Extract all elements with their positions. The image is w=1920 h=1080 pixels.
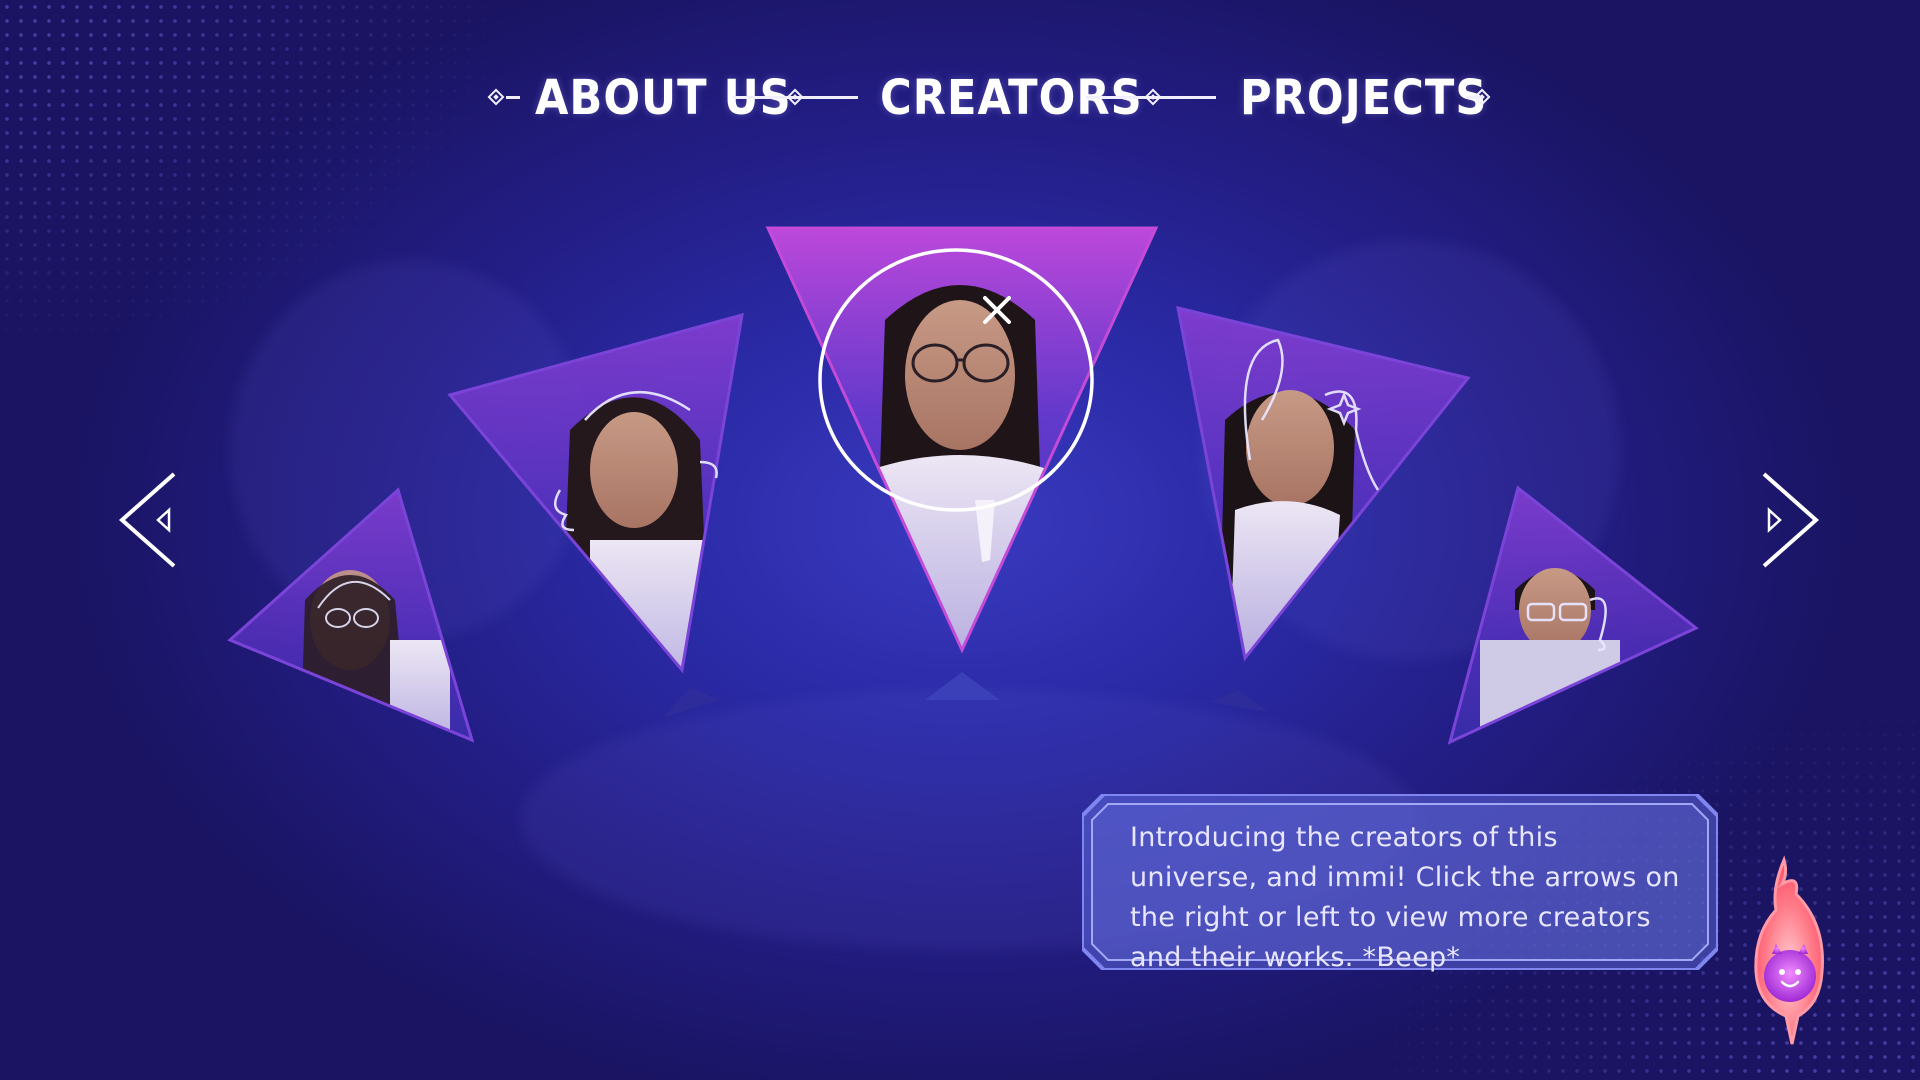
prev-arrow-button[interactable]: [116, 470, 186, 570]
avatar-face: [590, 412, 678, 528]
avatar-shirt: [860, 455, 1060, 650]
avatar-shirt: [390, 640, 450, 740]
creator-card-right[interactable]: [1170, 300, 1480, 680]
avatar-face: [905, 300, 1015, 450]
avatar-shirt: [1480, 640, 1620, 742]
creator-card-center[interactable]: [760, 220, 1160, 660]
avatar-shirt: [1230, 501, 1340, 658]
shard-pedestal: [662, 688, 720, 718]
next-arrow-button[interactable]: [1752, 470, 1822, 570]
avatar-face: [1246, 390, 1334, 506]
chevron-right-icon: [1762, 472, 1820, 568]
flame-mascot-icon[interactable]: [1742, 854, 1838, 1046]
shard-pedestal: [925, 672, 1000, 700]
dialog-text: Introducing the creators of this univers…: [1130, 822, 1680, 973]
shard-pedestal: [1210, 690, 1268, 712]
stage: ABOUT US CREATORS PROJECTS Introducing t…: [0, 0, 1920, 1080]
intro-dialog: Introducing the creators of this univers…: [1082, 794, 1718, 973]
flame-mascot-graphic: [1754, 855, 1824, 1045]
chevron-left-icon: [118, 472, 176, 568]
